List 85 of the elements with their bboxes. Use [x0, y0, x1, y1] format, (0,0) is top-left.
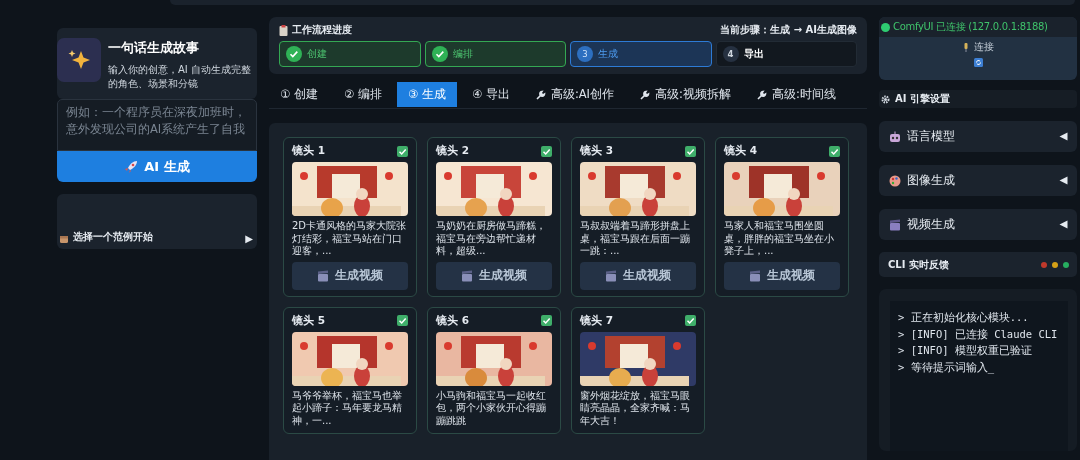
shot-checkbox[interactable]	[397, 315, 408, 326]
engine-settings-title: AI 引擎设置	[895, 92, 950, 106]
step-label: 编排	[452, 47, 473, 61]
shot-checkbox[interactable]	[541, 315, 552, 326]
shot-description: 窗外烟花绽放，福宝马眼睛亮晶晶，全家齐喊：马年大吉！	[580, 389, 691, 427]
step-number: 4	[722, 46, 739, 62]
shot-description: 马奶奶在厨房做马蹄糕，福宝马在旁边帮忙递材料，超级...	[436, 220, 547, 258]
settings-section[interactable]: 视频生成	[879, 209, 1077, 240]
clipboard-icon	[279, 24, 288, 36]
example-panel[interactable]: 选择一个范例开始 ▶	[57, 194, 257, 249]
tab[interactable]: ③ 生成	[396, 82, 457, 107]
wrench-icon	[756, 89, 767, 100]
tab[interactable]: ② 编排	[332, 82, 393, 107]
check-icon	[685, 145, 696, 157]
generate-video-button[interactable]: 生成视频	[292, 261, 408, 290]
terminal-line: > [INFO] 模型权重已验证	[898, 343, 1033, 359]
tab[interactable]: 高级:视频拆解	[629, 82, 742, 107]
refresh-icon[interactable]	[973, 58, 983, 67]
step-label: 导出	[743, 47, 764, 61]
shot-description: 马叔叔端着马蹄形拼盘上桌，福宝马跟在后面一蹦一跳：...	[580, 220, 691, 258]
terminal-line: > [INFO] 已连接 Claude CLI	[898, 326, 1059, 342]
shot-checkbox[interactable]	[397, 145, 408, 157]
palette-icon	[889, 174, 901, 187]
gear-icon	[881, 94, 890, 104]
clapperboard-icon	[889, 218, 901, 231]
connect-button[interactable]: 连接	[962, 40, 994, 54]
shot-title: 镜头 2	[436, 144, 469, 158]
idea-input-field[interactable]: 例如：一个程序员在深夜加班时，意外发现公司的AI系统产生了自我	[57, 99, 257, 151]
cli-title: CLI 实时反馈	[888, 257, 950, 272]
shot-title: 镜头 4	[724, 144, 757, 158]
clapperboard-icon	[749, 269, 761, 282]
wrench-icon	[535, 89, 546, 100]
section-label: 视频生成	[907, 217, 956, 232]
rocket-icon	[124, 159, 139, 174]
robot-icon	[889, 130, 901, 143]
clapperboard-icon	[605, 269, 617, 282]
check-circle-icon	[286, 46, 302, 62]
check-circle-icon	[431, 46, 448, 62]
check-icon	[829, 145, 840, 157]
story-title: 一句话生成故事	[108, 40, 200, 57]
check-icon	[685, 315, 696, 326]
clapperboard-icon	[461, 269, 473, 282]
shot-checkbox[interactable]	[541, 145, 552, 157]
shot-title: 镜头 7	[580, 313, 613, 328]
shot-description: 小马驹和福宝马一起收红包，两个小家伙开心得蹦蹦跳跳	[436, 389, 547, 427]
example-label: 选择一个范例开始	[73, 230, 154, 244]
tab[interactable]: ① 创建	[269, 82, 329, 107]
generate-video-button[interactable]: 生成视频	[580, 261, 696, 290]
current-step-text: 当前步骤：生成 → AI生成图像	[720, 23, 857, 37]
tab[interactable]: 高级:时间线	[745, 82, 847, 107]
shot-checkbox[interactable]	[685, 145, 696, 157]
clapperboard-icon	[317, 269, 329, 282]
tab[interactable]: ④ 导出	[460, 82, 521, 107]
ai-generate-button[interactable]: AI 生成	[57, 151, 257, 182]
expand-toggle[interactable]: ▶	[245, 233, 253, 244]
section-label: 语言模型	[907, 129, 956, 144]
box-icon	[59, 234, 69, 244]
terminal-line: > 正在初始化核心模块...	[898, 310, 1030, 325]
check-icon	[397, 145, 408, 157]
section-label: 图像生成	[907, 173, 956, 188]
terminal-line: > 等待提示词输入_	[898, 359, 995, 376]
check-icon	[541, 315, 552, 326]
generate-video-button[interactable]: 生成视频	[724, 261, 840, 290]
check-icon	[397, 315, 408, 326]
step-label: 生成	[598, 47, 618, 61]
shot-description: 2D卡通风格的马家大院张灯结彩，福宝马站在门口迎客，...	[292, 220, 408, 258]
shot-checkbox[interactable]	[685, 315, 696, 326]
shot-checkbox[interactable]	[829, 145, 840, 157]
workflow-title: 工作流程进度	[292, 23, 352, 37]
step-label: 创建	[307, 47, 327, 61]
shot-title: 镜头 1	[292, 144, 325, 158]
generate-video-button[interactable]: 生成视频	[436, 261, 552, 290]
check-icon	[541, 145, 552, 157]
tab[interactable]: 高级:AI创作	[524, 82, 625, 107]
shot-description: 马爷爷举杯，福宝马也举起小蹄子：马年要龙马精神，一...	[292, 389, 403, 427]
story-description: 输入你的创意，AI 自动生成完整的角色、场景和分镜	[108, 63, 252, 91]
settings-section[interactable]: 图像生成	[879, 165, 1077, 196]
shot-description: 马家人和福宝马围坐圆桌，胖胖的福宝马坐在小凳子上，...	[724, 220, 835, 258]
connection-status: ComfyUI 已连接 (127.0.0.1:8188)	[893, 20, 1048, 34]
shot-title: 镜头 5	[292, 313, 325, 328]
shot-title: 镜头 3	[580, 144, 613, 158]
settings-section[interactable]: 语言模型	[879, 121, 1077, 152]
shot-title: 镜头 6	[436, 313, 469, 328]
wrench-icon	[640, 89, 650, 100]
step-number: 3	[577, 46, 593, 62]
